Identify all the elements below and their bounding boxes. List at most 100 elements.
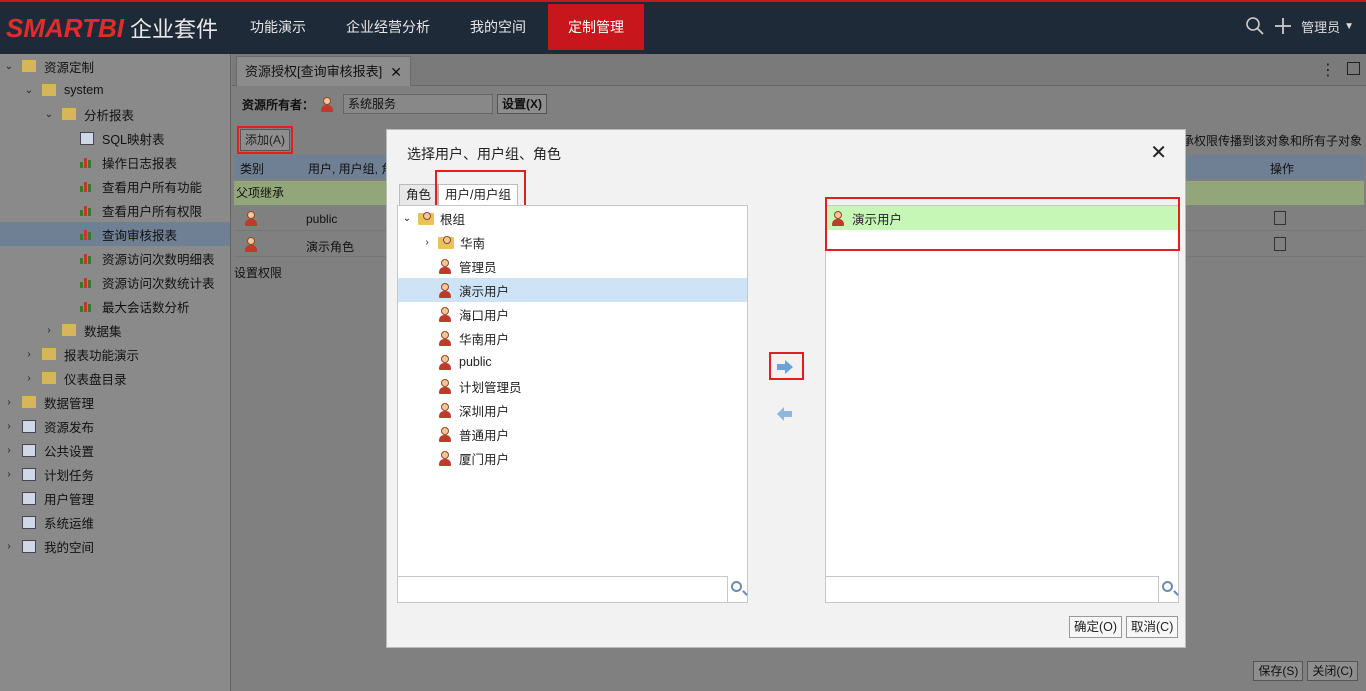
- col-user: 用户, 用户组, 角: [308, 162, 394, 176]
- tree-node-plan-admin[interactable]: 计划管理员: [398, 374, 747, 398]
- chevron-right-icon[interactable]: ›: [4, 469, 14, 480]
- sidebar-item-query-audit-report[interactable]: 查询审核报表: [0, 222, 230, 246]
- sidebar: ⌄ 资源定制 ⌄ system ⌄ 分析报表 SQL映射表 操作日志报表 查看用…: [0, 54, 231, 691]
- chevron-right-icon[interactable]: ›: [422, 237, 432, 248]
- sidebar-item-resource-publish[interactable]: › 资源发布: [0, 414, 230, 438]
- sidebar-item-label: 仪表盘目录: [64, 372, 127, 387]
- main-nav: 功能演示 企业经营分析 我的空间 定制管理: [230, 4, 644, 52]
- report-chart-icon: [80, 204, 94, 216]
- tree-node-xiamen-user[interactable]: 厦门用户: [398, 446, 747, 470]
- cancel-button[interactable]: 取消(C): [1126, 616, 1179, 638]
- sidebar-item-scheduled-tasks[interactable]: › 计划任务: [0, 462, 230, 486]
- save-button[interactable]: 保存(S): [1253, 661, 1304, 681]
- tree-node-demo-user[interactable]: 演示用户: [398, 278, 747, 302]
- chevron-down-icon[interactable]: ⌄: [24, 85, 34, 96]
- user-tree-list: ⌄ 根组 › 华南 管理员 演示用户 海口用户 华南用户 public 计划管理…: [397, 205, 748, 603]
- chevron-down-icon[interactable]: ⌄: [4, 61, 14, 72]
- sidebar-item-report-demo[interactable]: › 报表功能演示: [0, 342, 230, 366]
- sidebar-item-public-settings[interactable]: › 公共设置: [0, 438, 230, 462]
- user-icon: [438, 282, 452, 298]
- sidebar-item-label: 资源访问次数明细表: [102, 252, 215, 267]
- sidebar-item-label: 用户管理: [44, 492, 95, 507]
- chevron-right-icon[interactable]: ›: [24, 349, 34, 360]
- sidebar-item-user-functions[interactable]: 查看用户所有功能: [0, 174, 230, 198]
- chevron-right-icon[interactable]: ›: [24, 373, 34, 384]
- trash-icon[interactable]: [1274, 211, 1286, 225]
- tree-node-south-china-user[interactable]: 华南用户: [398, 326, 747, 350]
- more-vertical-icon[interactable]: ⋮: [1320, 60, 1336, 80]
- chevron-right-icon[interactable]: ›: [4, 541, 14, 552]
- col-op: 操作: [1270, 162, 1295, 176]
- nav-item-custom-management[interactable]: 定制管理: [548, 4, 644, 50]
- sidebar-item-label: system: [64, 83, 104, 97]
- bottom-buttons: 保存(S) 关闭(C): [1253, 661, 1358, 681]
- brand-logo[interactable]: SMARTBI 企业套件: [6, 10, 218, 46]
- tree-node-root-group[interactable]: ⌄ 根组: [398, 206, 747, 230]
- tree-node-admin[interactable]: 管理员: [398, 254, 747, 278]
- sidebar-item-op-log-report[interactable]: 操作日志报表: [0, 150, 230, 174]
- chevron-right-icon[interactable]: ›: [44, 325, 54, 336]
- right-search-button[interactable]: [1158, 576, 1178, 602]
- owner-label: 资源所有者：: [242, 97, 315, 112]
- left-search-button[interactable]: [727, 576, 747, 602]
- sidebar-item-system-ops[interactable]: 系统运维: [0, 510, 230, 534]
- sidebar-item-label: 我的空间: [44, 540, 95, 555]
- owner-row: 资源所有者： 系统服务 设置(X): [242, 94, 548, 114]
- sidebar-item-label: SQL映射表: [102, 132, 165, 147]
- sidebar-item-my-space[interactable]: › 我的空间: [0, 534, 230, 558]
- owner-input[interactable]: 系统服务: [343, 94, 494, 114]
- user-icon: [438, 378, 452, 394]
- maximize-icon[interactable]: [1347, 62, 1360, 75]
- tab-resource-auth[interactable]: 资源授权[查询审核报表] ✕: [236, 56, 411, 86]
- owner-set-button[interactable]: 设置(X): [497, 94, 548, 114]
- folder-icon: [42, 348, 56, 360]
- close-icon[interactable]: ✕: [1150, 140, 1167, 165]
- sidebar-item-sql-mapping[interactable]: SQL映射表: [0, 126, 230, 150]
- tree-node-label: 华南用户: [459, 332, 510, 347]
- user-menu[interactable]: 管理员: [1301, 17, 1340, 36]
- sidebar-item-user-management[interactable]: 用户管理: [0, 486, 230, 510]
- sidebar-item-access-detail[interactable]: 资源访问次数明细表: [0, 246, 230, 270]
- nav-item-my-space[interactable]: 我的空间: [450, 4, 546, 50]
- user-icon: [438, 426, 452, 442]
- sidebar-item-user-permissions[interactable]: 查看用户所有权限: [0, 198, 230, 222]
- ok-button[interactable]: 确定(O): [1069, 616, 1123, 638]
- plus-icon[interactable]: [1273, 16, 1293, 36]
- tree-node-shenzhen-user[interactable]: 深圳用户: [398, 398, 747, 422]
- tree-node-normal-user[interactable]: 普通用户: [398, 422, 747, 446]
- trash-icon[interactable]: [1274, 237, 1286, 251]
- move-left-button[interactable]: [775, 406, 795, 422]
- sidebar-item-system[interactable]: ⌄ system: [0, 78, 230, 102]
- folder-icon: [22, 60, 36, 72]
- tree-node-haikou-user[interactable]: 海口用户: [398, 302, 747, 326]
- sidebar-item-dashboard-dir[interactable]: › 仪表盘目录: [0, 366, 230, 390]
- tree-node-label: 计划管理员: [459, 380, 522, 395]
- close-button[interactable]: 关闭(C): [1307, 661, 1358, 681]
- chevron-down-icon[interactable]: ▼: [1344, 21, 1354, 32]
- tree-node-label: 演示用户: [459, 284, 510, 299]
- chevron-right-icon[interactable]: ›: [4, 397, 14, 408]
- sidebar-item-data-management[interactable]: › 数据管理: [0, 390, 230, 414]
- right-search-input[interactable]: [826, 576, 1158, 602]
- chevron-right-icon[interactable]: ›: [4, 445, 14, 456]
- left-search-input[interactable]: [398, 576, 727, 602]
- nav-item-business-analysis[interactable]: 企业经营分析: [326, 4, 450, 50]
- tab-role[interactable]: 角色: [399, 184, 439, 206]
- sidebar-item-access-stats[interactable]: 资源访问次数统计表: [0, 270, 230, 294]
- tree-node-south-china[interactable]: › 华南: [398, 230, 747, 254]
- select-user-dialog: 选择用户、用户组、角色 ✕ 角色 用户/用户组 ⌄ 根组 › 华南 管理员 演示…: [386, 129, 1186, 648]
- search-icon: [731, 581, 742, 592]
- tree-node-public[interactable]: public: [398, 350, 747, 374]
- sidebar-item-analysis-reports[interactable]: ⌄ 分析报表: [0, 102, 230, 126]
- user-icon: [244, 237, 258, 252]
- sidebar-item-resource-custom[interactable]: ⌄ 资源定制: [0, 54, 230, 78]
- user-icon: [244, 211, 258, 226]
- close-icon[interactable]: ✕: [390, 58, 402, 86]
- chevron-right-icon[interactable]: ›: [4, 421, 14, 432]
- search-icon[interactable]: [1245, 16, 1265, 36]
- sidebar-item-datasets[interactable]: › 数据集: [0, 318, 230, 342]
- sidebar-item-max-session[interactable]: 最大会话数分析: [0, 294, 230, 318]
- chevron-down-icon[interactable]: ⌄: [402, 213, 412, 224]
- nav-item-function-demo[interactable]: 功能演示: [230, 4, 326, 50]
- chevron-down-icon[interactable]: ⌄: [44, 109, 54, 120]
